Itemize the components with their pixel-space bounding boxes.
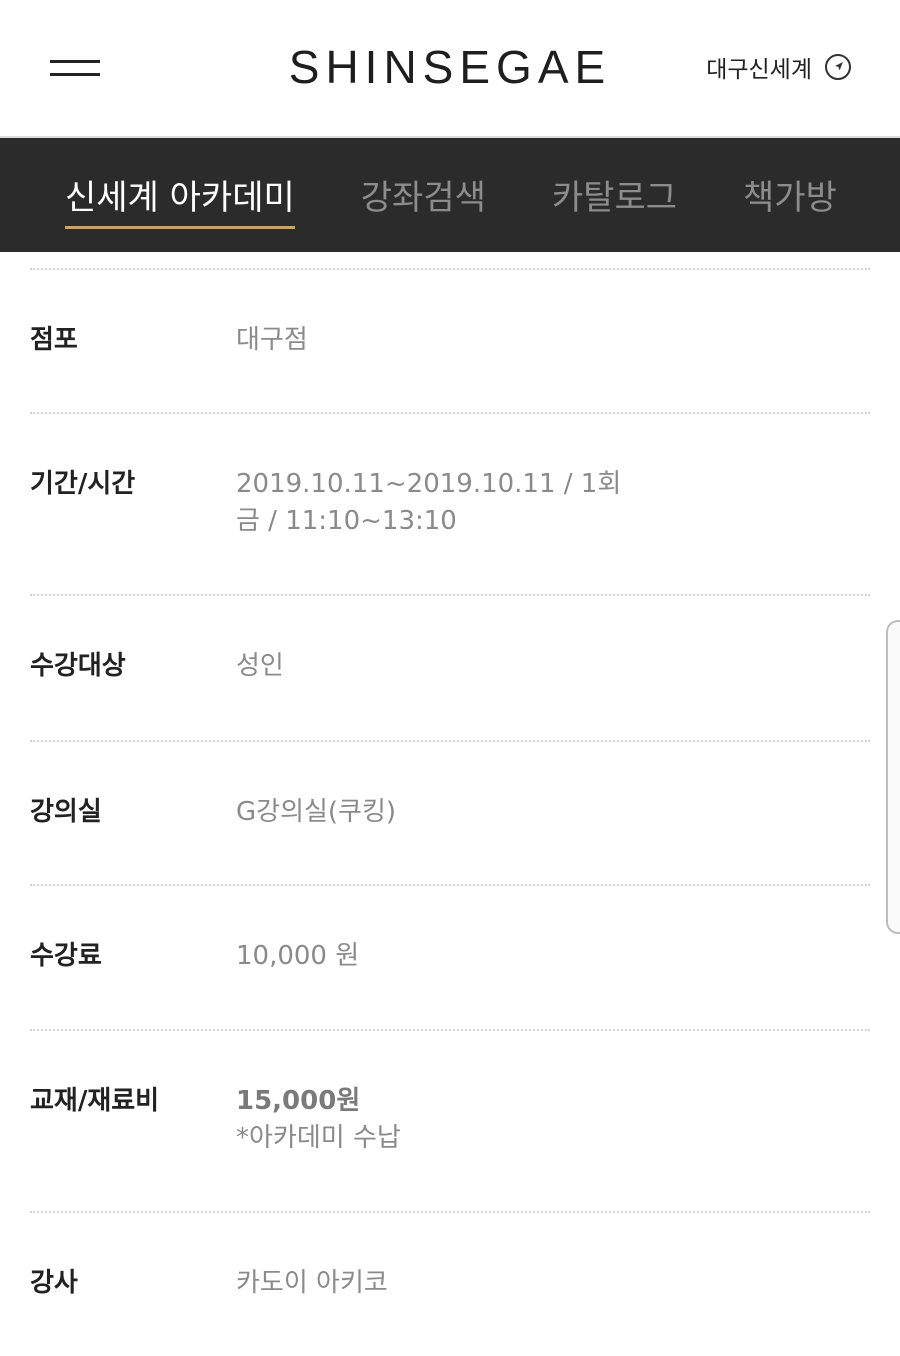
materials-note: *아카데미 수납: [236, 1123, 401, 1153]
materials-value: 15,000원 *아카데미 수납: [236, 1083, 401, 1157]
divider: [30, 412, 870, 414]
divider: [30, 884, 870, 886]
tab-course-search[interactable]: 강좌검색: [361, 170, 486, 229]
store-value: 대구점: [236, 325, 308, 355]
divider: [30, 1211, 870, 1213]
materials-label: 교재/재료비: [30, 1086, 160, 1116]
instructor-value: 카도이 아키코: [236, 1268, 388, 1298]
divider: [30, 1029, 870, 1031]
location-arrow-icon: [824, 53, 852, 81]
academy-tab-bar: 신세계 아카데미 강좌검색 카탈로그 책가방: [0, 138, 900, 252]
detail-row-instructor: 강사 카도이 아키코: [30, 1265, 870, 1302]
store-label: 점포: [30, 325, 78, 355]
detail-row-fee: 수강료 10,000 원: [30, 938, 870, 975]
store-selector[interactable]: 대구신세계: [706, 50, 852, 84]
tab-catalog[interactable]: 카탈로그: [552, 170, 677, 229]
scroll-handle[interactable]: [886, 620, 900, 934]
store-name: 대구신세계: [706, 57, 812, 83]
divider: [30, 740, 870, 742]
target-value: 성인: [236, 651, 284, 681]
period-label: 기간/시간: [30, 469, 136, 499]
fee-value: 10,000 원: [236, 941, 360, 971]
detail-row-period: 기간/시간 2019.10.11~2019.10.11 / 1회 금 / 11:…: [30, 466, 870, 540]
site-header: SHINSEGAE 대구신세계: [0, 0, 900, 138]
period-value: 2019.10.11~2019.10.11 / 1회 금 / 11:10~13:…: [236, 466, 621, 540]
detail-row-room: 강의실 G강의실(쿠킹): [30, 794, 870, 831]
period-time: 금 / 11:10~13:10: [236, 506, 457, 536]
tab-bookbag[interactable]: 책가방: [743, 170, 837, 229]
divider: [30, 594, 870, 596]
room-value: G강의실(쿠킹): [236, 797, 397, 827]
detail-row-store: 점포 대구점: [30, 322, 870, 359]
room-label: 강의실: [30, 797, 102, 827]
target-label: 수강대상: [30, 651, 126, 681]
detail-row-target: 수강대상 성인: [30, 648, 870, 685]
instructor-label: 강사: [30, 1268, 78, 1298]
materials-amount: 15,000원: [236, 1086, 361, 1116]
period-dates: 2019.10.11~2019.10.11 / 1회: [236, 469, 622, 499]
divider: [30, 268, 870, 270]
tab-shinsegae-academy[interactable]: 신세계 아카데미: [65, 170, 295, 229]
fee-label: 수강료: [30, 941, 102, 971]
detail-row-materials: 교재/재료비 15,000원 *아카데미 수납: [30, 1083, 870, 1157]
